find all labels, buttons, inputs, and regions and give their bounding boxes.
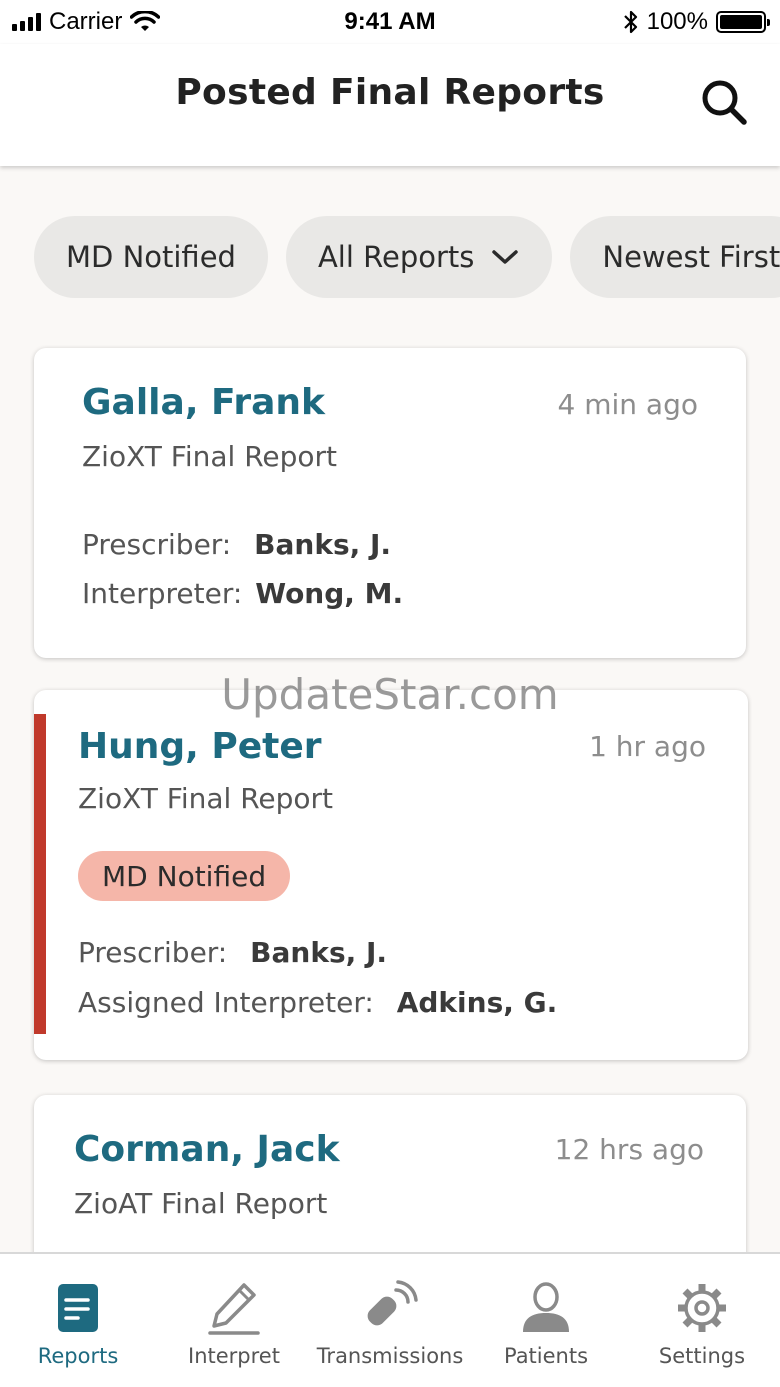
pencil-icon [208,1283,260,1335]
filter-label: Newest First [602,240,780,274]
tab-interpret[interactable]: Interpret [156,1254,312,1387]
prescriber-row: Prescriber: Banks, J. [82,528,391,561]
interpreter-value: Wong, M. [255,577,404,610]
person-icon [523,1282,569,1332]
interpreter-label: Assigned Interpreter: [78,986,374,1019]
report-time: 12 hrs ago [554,1133,704,1166]
filter-report-type-dropdown[interactable]: All Reports [285,216,553,298]
interpreter-row: Assigned Interpreter: Adkins, G. [78,986,557,1019]
tab-label: Patients [503,1344,589,1368]
status-badge: MD Notified [78,851,291,901]
report-type: ZioXT Final Report [78,782,334,815]
gear-icon [678,1284,726,1332]
tab-label: Transmissions [316,1344,464,1368]
tab-label: Interpret [188,1344,280,1368]
filter-label: All Reports [317,240,475,274]
header: Posted Final Reports [0,44,780,166]
filter-label: MD Notified [66,240,236,274]
page-title: Posted Final Reports [175,72,605,113]
chevron-down-icon [492,250,519,264]
tab-label: Settings [658,1344,746,1368]
tab-settings[interactable]: Settings [624,1254,780,1387]
patient-name: Hung, Peter [78,726,322,767]
prescriber-row: Prescriber: Banks, J. [78,936,387,969]
prescriber-label: Prescriber: [78,936,228,969]
interpreter-label: Interpreter: [82,577,243,610]
report-document-icon [58,1284,98,1332]
status-right: 100% [623,8,770,36]
report-time: 1 hr ago [589,730,706,763]
interpreter-value: Adkins, G. [396,986,558,1019]
filter-bar: MD Notified All Reports Newest First [34,216,780,298]
report-type: ZioAT Final Report [74,1187,328,1220]
alert-indicator [34,714,46,1034]
bluetooth-icon [623,10,637,34]
report-card[interactable]: Hung, Peter 1 hr ago ZioXT Final Report … [34,690,748,1060]
report-type: ZioXT Final Report [82,440,338,473]
patient-name: Corman, Jack [74,1129,340,1170]
interpreter-row: Interpreter: Wong, M. [82,577,403,610]
battery-percent: 100% [646,8,708,35]
tab-label: Reports [37,1344,119,1368]
prescriber-value: Banks, J. [250,936,388,969]
watermark: UpdateStar.com [221,670,559,719]
prescriber-value: Banks, J. [254,528,392,561]
filter-md-notified[interactable]: MD Notified [34,216,268,298]
status-bar: Carrier 9:41 AM 100% [0,0,780,44]
filter-sort-order[interactable]: Newest First [570,216,780,298]
patient-name: Galla, Frank [82,382,325,423]
report-time: 4 min ago [557,388,698,421]
transmission-device-icon [367,1280,418,1326]
tab-bar: Reports Interpret Transmissions Patients [0,1252,780,1387]
report-card[interactable]: Galla, Frank 4 min ago ZioXT Final Repor… [34,348,746,658]
search-icon[interactable] [698,76,750,128]
tab-patients[interactable]: Patients [468,1254,624,1387]
tab-transmissions[interactable]: Transmissions [312,1254,468,1387]
prescriber-label: Prescriber: [82,528,232,561]
tab-reports[interactable]: Reports [0,1254,156,1387]
battery-icon [716,11,770,33]
